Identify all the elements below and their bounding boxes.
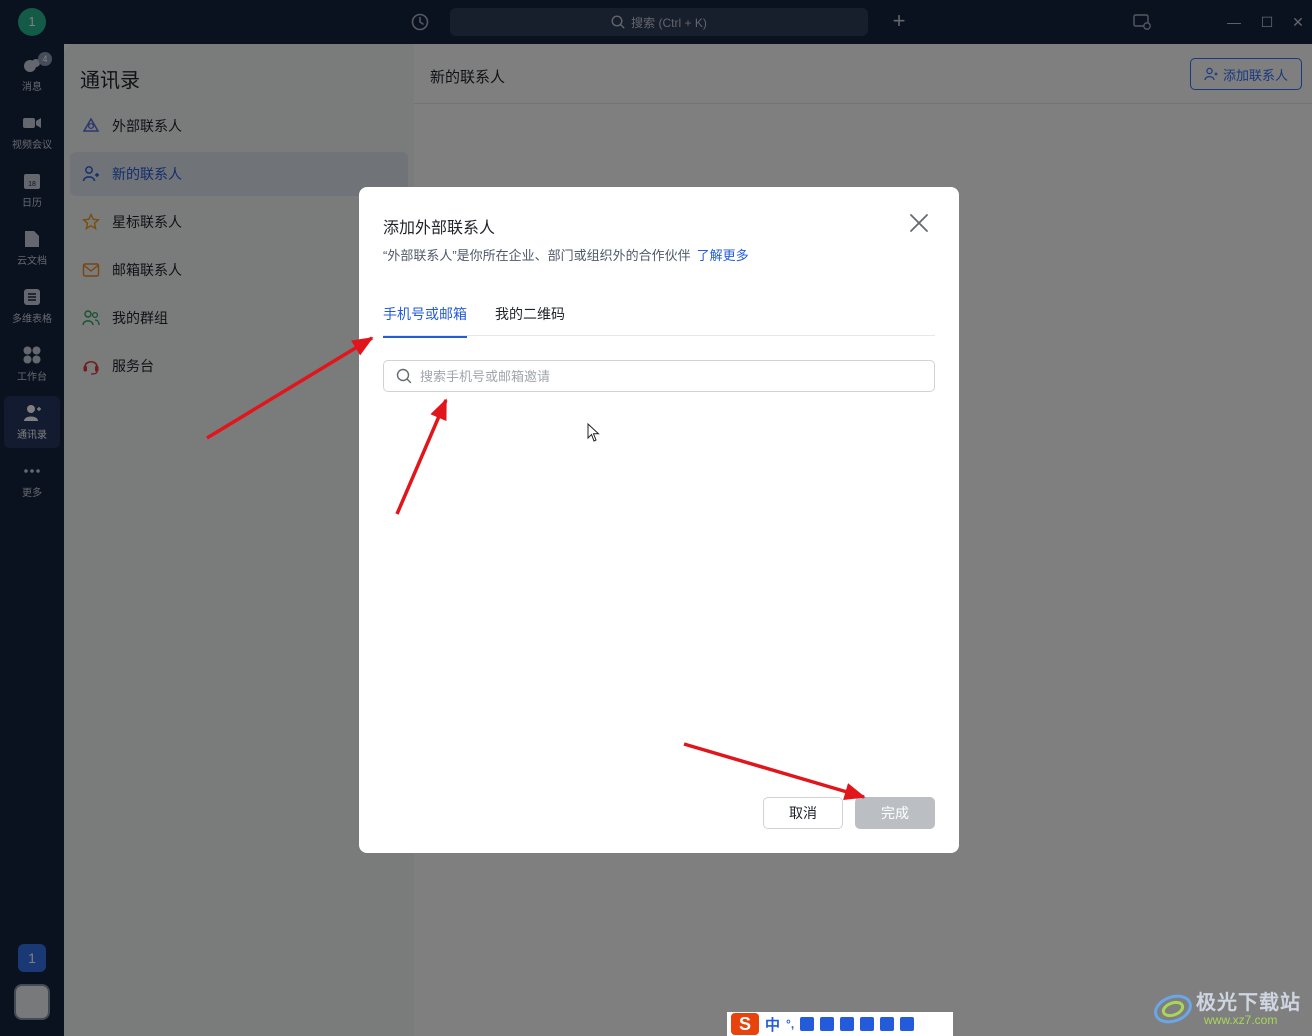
ime-punctuation[interactable]: °, bbox=[786, 1017, 794, 1031]
cancel-button[interactable]: 取消 bbox=[763, 797, 843, 829]
search-icon bbox=[396, 368, 412, 384]
skin-icon[interactable] bbox=[840, 1017, 855, 1031]
watermark-logo-icon bbox=[1154, 994, 1192, 1024]
dialog-description: “外部联系人”是你所在企业、部门或组织外的合作伙伴 了解更多 bbox=[383, 245, 749, 264]
invite-search-input[interactable] bbox=[420, 368, 920, 384]
keyboard-icon[interactable] bbox=[820, 1017, 835, 1031]
settings-icon[interactable] bbox=[900, 1017, 915, 1031]
mouse-cursor-icon bbox=[587, 423, 600, 442]
done-button[interactable]: 完成 bbox=[855, 797, 935, 829]
dialog-tabs: 手机号或邮箱 我的二维码 bbox=[383, 297, 935, 338]
emoji-icon[interactable] bbox=[860, 1017, 875, 1031]
ime-toolbar: S 中 °, bbox=[727, 1012, 953, 1036]
tab-phone-or-email[interactable]: 手机号或邮箱 bbox=[383, 304, 467, 338]
add-external-contact-dialog: 添加外部联系人 “外部联系人”是你所在企业、部门或组织外的合作伙伴 了解更多 手机… bbox=[359, 187, 959, 853]
watermark: 极光下载站 www.xz7.com bbox=[1152, 986, 1308, 1032]
invite-search-field[interactable] bbox=[383, 360, 935, 392]
learn-more-link[interactable]: 了解更多 bbox=[697, 248, 749, 263]
watermark-url: www.xz7.com bbox=[1204, 1013, 1278, 1027]
ime-mode[interactable]: 中 bbox=[765, 1014, 780, 1035]
tab-my-qrcode[interactable]: 我的二维码 bbox=[495, 304, 565, 336]
microphone-icon[interactable] bbox=[800, 1017, 815, 1031]
watermark-text: 极光下载站 bbox=[1196, 992, 1301, 1014]
toolbox-icon[interactable] bbox=[880, 1017, 895, 1031]
dialog-description-text: “外部联系人”是你所在企业、部门或组织外的合作伙伴 bbox=[383, 248, 691, 263]
dialog-title: 添加外部联系人 bbox=[383, 220, 496, 237]
ime-logo-icon[interactable]: S bbox=[731, 1013, 759, 1035]
close-icon[interactable] bbox=[907, 211, 931, 235]
